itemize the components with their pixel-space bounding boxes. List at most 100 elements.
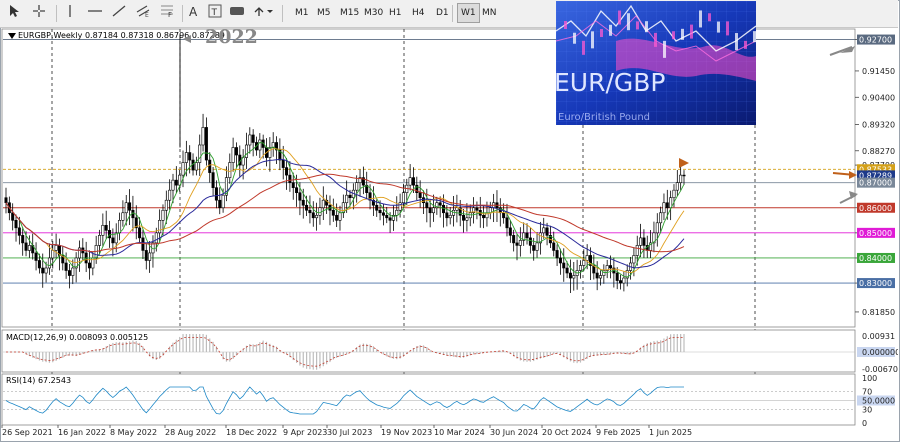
candle-body [108,230,112,239]
inset-candle [582,40,585,55]
candle-body [4,197,8,204]
time-tick-label: 30 Jun 2024 [490,428,538,437]
text-label-icon[interactable]: T [207,4,223,22]
candle-body [518,240,522,246]
channel-icon[interactable]: E [134,4,152,22]
candle-body [348,194,352,199]
candle-body [51,250,55,259]
candle-body [258,139,262,151]
candle-body [395,209,399,216]
horizontal-line-icon[interactable] [86,4,104,22]
candle-body [565,267,569,274]
timeframe-h4[interactable]: H4 [409,4,428,22]
timeframe-d1[interactable]: D1 [433,4,452,22]
timeframe-h1[interactable]: H1 [386,4,405,22]
inset-candle [717,21,720,33]
candle-body [201,127,205,146]
time-tick-label: 9 Feb 2025 [596,428,641,437]
candle-body [188,152,192,161]
candle-body [118,220,122,234]
candle-body [24,242,28,251]
time-tick-label: 26 Sep 2021 [2,428,53,437]
timeframe-m30[interactable]: M30 [361,4,386,22]
inset-candle [690,24,693,39]
candle-body [428,207,432,214]
timeframe-w1[interactable]: W1 [457,3,480,23]
candle-body [305,204,309,211]
candle-body [37,260,41,269]
candle-body [619,280,623,284]
timeframe-m5[interactable]: M5 [314,4,334,22]
timeframe-mn[interactable]: MN [479,4,500,22]
time-tick-label: 9 Apr 2023 [283,428,327,437]
cursor-icon[interactable] [6,4,22,22]
candle-body [161,209,165,221]
candle-body [595,272,599,279]
candle-body [468,212,472,219]
inset-candle [645,21,648,33]
time-tick-label: 16 Jan 2022 [58,428,106,437]
candle-body [281,159,285,168]
vertical-line-icon[interactable] [63,4,77,22]
candle-body [234,147,238,156]
inset-candle [681,28,684,40]
candle-body [552,242,556,251]
candle-body [208,159,212,173]
candle-body [315,214,319,219]
time-tick-label: 10 Mar 2024 [434,428,485,437]
svg-text:A: A [189,5,198,18]
candle-body [525,232,529,239]
arrows-dropdown-icon[interactable] [252,4,276,22]
candle-body [21,235,25,244]
rsi-tick: 50.0000 [862,397,895,406]
text-tool-icon[interactable]: A [186,4,202,22]
candle-body [335,214,339,221]
candle-body [138,227,142,239]
candle-body [158,220,162,234]
rsi-tick: 100 [862,374,877,383]
candle-body [578,265,582,271]
inset-candle [672,31,675,40]
candle-body [204,127,208,161]
candle-body [508,227,512,236]
rectangle-shape-icon[interactable] [228,4,246,22]
candle-body [124,202,128,214]
candle-body [642,237,646,246]
candle-body [528,237,532,246]
candle-body [14,220,18,229]
inset-candle [636,21,639,30]
macd-tick: -0.006705 [862,365,898,374]
time-tick-label: 1 Jun 2025 [649,428,692,437]
candle-body [184,152,188,163]
inset-candle [573,32,576,44]
candle-body [418,192,422,199]
candle-body [502,212,506,219]
price-tick-label: 0.81850 [862,308,895,317]
candle-body [582,260,586,266]
candle-body [482,214,486,219]
candle-body [672,189,676,199]
candle-body [128,202,132,211]
candle-body [599,275,603,279]
timeframe-m1[interactable]: M1 [292,4,312,22]
time-tick-label: 20 Oct 2024 [542,428,591,437]
timeframe-m15[interactable]: M15 [337,4,362,22]
price-label: 0.84000 [859,254,892,263]
candle-body [321,199,325,209]
crosshair-icon[interactable] [30,4,48,22]
candle-body [154,232,158,244]
trendline-icon[interactable] [110,4,128,22]
inset-candle [753,31,756,43]
candle-body [87,262,91,269]
candle-body [291,182,295,188]
candle-body [438,202,442,206]
candle-body [515,242,519,246]
candle-body [211,172,215,188]
inset-candle [744,40,747,49]
price-label: 0.87000 [859,179,892,188]
candle-body [662,202,666,214]
candle-body [47,257,51,269]
time-tick-label: 18 Dec 2022 [226,428,277,437]
fibonacci-icon[interactable]: F [158,4,176,22]
candle-body [17,227,21,236]
